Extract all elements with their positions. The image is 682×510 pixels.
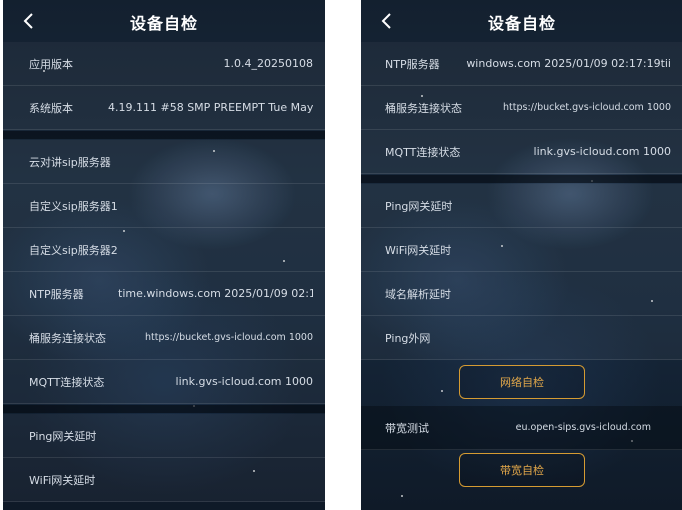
row-value: https://bucket.gvs-icloud.com 1000: [503, 102, 671, 113]
left-screen: 设备自检 应用版本 1.0.4_20250108 系统版本 4.19.111 #…: [3, 0, 325, 510]
row-label: 带宽测试: [385, 421, 429, 435]
row-label: NTP服务器: [29, 287, 84, 301]
row-value: windows.com 2025/01/09 02:17:19tii: [466, 57, 671, 70]
page-title: 设备自检: [129, 14, 198, 33]
row-label: WiFi网关延时: [29, 473, 96, 487]
header: 设备自检: [3, 0, 325, 44]
bandwidth-self-check-button[interactable]: 带宽自检: [459, 453, 585, 487]
section-divider: [361, 175, 682, 183]
section-divider: [3, 405, 325, 413]
app-version-row: 应用版本 1.0.4_20250108: [3, 42, 325, 86]
row-label: MQTT连接状态: [29, 375, 105, 389]
bandwidth-test-row: 带宽测试 eu.open-sips.gvs-icloud.com: [361, 406, 682, 450]
row-value: eu.open-sips.gvs-icloud.com: [515, 422, 651, 433]
row-label: 桶服务连接状态: [29, 331, 106, 345]
row-value: 4.19.111 #58 SMP PREEMPT Tue May: [108, 101, 313, 114]
row-label: WiFi网关延时: [385, 243, 452, 257]
network-self-check-button[interactable]: 网络自检: [459, 365, 585, 399]
row-label: Ping网关延时: [385, 199, 453, 213]
row-label: MQTT连接状态: [385, 145, 461, 159]
row-label: Ping外网: [385, 331, 431, 345]
row-label: Ping网关延时: [29, 429, 97, 443]
cloud-sip-server-row: 云对讲sip服务器: [3, 140, 325, 184]
back-button[interactable]: [17, 10, 39, 32]
system-version-row: 系统版本 4.19.111 #58 SMP PREEMPT Tue May: [3, 86, 325, 130]
row-value: link.gvs-icloud.com 1000: [533, 145, 671, 158]
wifi-gateway-delay-row: WiFi网关延时: [3, 458, 325, 502]
dns-resolution-delay-row: 域名解析延时: [361, 272, 682, 316]
row-label: 自定义sip服务器1: [29, 199, 118, 213]
mqtt-status-row: MQTT连接状态 link.gvs-icloud.com 1000: [3, 360, 325, 404]
custom-sip-server-1-row: 自定义sip服务器1: [3, 184, 325, 228]
ntp-server-row: NTP服务器 time.windows.com 2025/01/09 02:1: [3, 272, 325, 316]
row-value: 1.0.4_20250108: [223, 57, 313, 70]
chevron-left-icon: [381, 13, 391, 29]
row-label: 域名解析延时: [385, 287, 451, 301]
row-label: 应用版本: [29, 57, 73, 71]
section-divider: [3, 131, 325, 139]
row-label: 云对讲sip服务器: [29, 155, 111, 169]
back-button[interactable]: [375, 10, 397, 32]
right-screen: 设备自检 NTP服务器 windows.com 2025/01/09 02:17…: [361, 0, 682, 510]
row-label: 系统版本: [29, 101, 73, 115]
page-title: 设备自检: [487, 14, 556, 33]
wifi-gateway-delay-row: WiFi网关延时: [361, 228, 682, 272]
bucket-service-status-row: 桶服务连接状态 https://bucket.gvs-icloud.com 10…: [3, 316, 325, 360]
bucket-service-status-row: 桶服务连接状态 https://bucket.gvs-icloud.com 10…: [361, 86, 682, 130]
ping-external-network-row: Ping外网: [361, 316, 682, 360]
custom-sip-server-2-row: 自定义sip服务器2: [3, 228, 325, 272]
ping-gateway-delay-row: Ping网关延时: [361, 184, 682, 228]
row-label: 自定义sip服务器2: [29, 243, 118, 257]
row-value: time.windows.com 2025/01/09 02:1: [118, 287, 313, 300]
row-label: NTP服务器: [385, 57, 440, 71]
ping-gateway-delay-row: Ping网关延时: [3, 414, 325, 458]
chevron-left-icon: [23, 13, 33, 29]
header: 设备自检: [361, 0, 682, 44]
mqtt-status-row: MQTT连接状态 link.gvs-icloud.com 1000: [361, 130, 682, 174]
row-value: link.gvs-icloud.com 1000: [175, 375, 313, 388]
row-value: https://bucket.gvs-icloud.com 1000: [145, 332, 313, 343]
row-label: 桶服务连接状态: [385, 101, 462, 115]
ntp-server-row: NTP服务器 windows.com 2025/01/09 02:17:19ti…: [361, 42, 682, 86]
